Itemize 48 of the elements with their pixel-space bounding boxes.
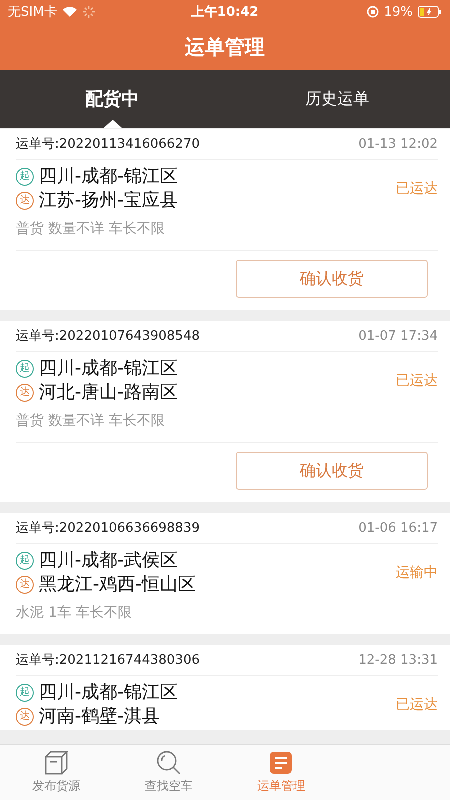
cargo-info: 水泥 1车 车长不限: [16, 604, 133, 623]
order-status: 已运达: [396, 372, 438, 390]
confirm-receipt-button[interactable]: 确认收货: [236, 452, 428, 490]
nav-label[interactable]: 发布货源: [32, 778, 80, 795]
origin-badge: 起: [16, 360, 34, 378]
nav-label[interactable]: 运单管理: [257, 778, 306, 795]
loading-icon: [83, 6, 96, 18]
confirm-receipt-button[interactable]: 确认收货: [236, 260, 428, 298]
order-number: 运单号:20220113416066270: [16, 136, 200, 153]
wifi-icon: [62, 6, 78, 18]
box-icon[interactable]: [43, 750, 70, 776]
list-icon[interactable]: [268, 750, 294, 776]
cargo-info: 普货 数量不详 车长不限: [16, 412, 166, 431]
page-title: 运单管理: [184, 34, 266, 60]
origin-text: 四川-成都-锦江区: [39, 165, 178, 188]
destination-text: 江苏-扬州-宝应县: [39, 189, 178, 212]
battery-icon: [418, 6, 442, 18]
destination-text: 河北-唐山-路南区: [39, 381, 178, 404]
origin-badge: 起: [16, 684, 34, 702]
origin-badge: 起: [16, 168, 34, 186]
destination-text: 河南-鹤壁-淇县: [39, 705, 160, 728]
rotation-lock-icon: [367, 6, 380, 18]
carrier-text: 无SIM卡: [8, 4, 58, 21]
order-time: 01-07 17:34: [358, 328, 438, 344]
search-icon[interactable]: [156, 750, 182, 776]
destination-text: 黑龙江-鸡西-恒山区: [39, 573, 196, 596]
order-number: 运单号:20220107643908548: [16, 328, 200, 345]
order-status: 运输中: [396, 564, 438, 582]
destination-badge: 达: [16, 384, 34, 402]
clock-text: 上午10:42: [191, 4, 259, 21]
tab[interactable]: 历史运单: [225, 70, 450, 128]
battery-text: 19%: [384, 4, 413, 20]
order-number: 运单号:20220106636698839: [16, 520, 200, 537]
nav-label[interactable]: 查找空车: [144, 778, 193, 795]
order-status: 已运达: [396, 180, 438, 198]
origin-text: 四川-成都-武侯区: [39, 549, 178, 572]
destination-badge: 达: [16, 708, 34, 726]
order-time: 12-28 13:31: [358, 652, 438, 668]
order-time: 01-06 16:17: [358, 520, 438, 536]
cargo-info: 普货 数量不详 车长不限: [16, 220, 166, 239]
order-number: 运单号:20211216744380306: [16, 652, 200, 669]
destination-badge: 达: [16, 576, 34, 594]
origin-badge: 起: [16, 552, 34, 570]
order-status: 已运达: [396, 696, 438, 714]
destination-badge: 达: [16, 192, 34, 210]
origin-text: 四川-成都-锦江区: [39, 681, 178, 704]
order-time: 01-13 12:02: [358, 136, 438, 152]
origin-text: 四川-成都-锦江区: [39, 357, 178, 380]
